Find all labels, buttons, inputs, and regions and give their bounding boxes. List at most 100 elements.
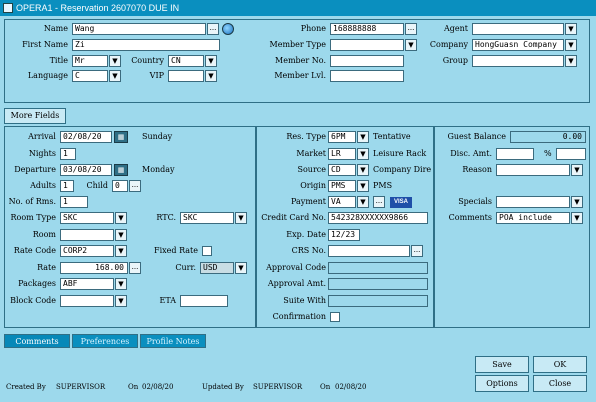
country-dropdown-icon[interactable]: ▼ xyxy=(205,55,217,67)
card-no-field[interactable]: 542328XXXXXX9866 xyxy=(328,212,428,224)
reason-dropdown-icon[interactable]: ▼ xyxy=(571,164,583,176)
payment-lookup-button[interactable]: ... xyxy=(373,196,385,208)
member-type-field[interactable] xyxy=(330,39,404,51)
specials-field[interactable] xyxy=(496,196,570,208)
disc-amt-field[interactable] xyxy=(496,148,534,160)
ok-button[interactable]: OK xyxy=(533,356,587,373)
member-type-dropdown-icon[interactable]: ▼ xyxy=(405,39,417,51)
group-dropdown-icon[interactable]: ▼ xyxy=(565,55,577,67)
payment-dropdown-icon[interactable]: ▼ xyxy=(357,196,369,208)
arrival-label: Arrival xyxy=(28,132,56,141)
tab-comments[interactable]: Comments xyxy=(4,334,70,348)
member-lvl-label: Member Lvl. xyxy=(274,71,326,80)
agent-dropdown-icon[interactable]: ▼ xyxy=(565,23,577,35)
eta-field[interactable] xyxy=(180,295,228,307)
departure-field[interactable]: 03/08/20 xyxy=(60,164,112,176)
exp-date-field[interactable]: 12/23 xyxy=(328,229,360,241)
payment-field[interactable]: VA xyxy=(328,196,356,208)
more-fields-button[interactable]: More Fields xyxy=(4,108,66,124)
reason-label: Reason xyxy=(462,165,492,174)
tab-profile-notes[interactable]: Profile Notes xyxy=(140,334,206,348)
child-field[interactable]: 0 xyxy=(112,180,128,192)
first-name-field[interactable]: Zi xyxy=(72,39,220,51)
nights-field[interactable]: 1 xyxy=(60,148,76,160)
tab-preferences[interactable]: Preferences xyxy=(72,334,138,348)
child-lookup-button[interactable]: ... xyxy=(129,180,141,192)
title-field[interactable]: Mr xyxy=(72,55,108,67)
company-field[interactable]: HongGuasn Company xyxy=(472,39,564,51)
origin-field[interactable]: PMS xyxy=(328,180,356,192)
vip-field[interactable] xyxy=(168,70,204,82)
block-code-dropdown-icon[interactable]: ▼ xyxy=(115,295,127,307)
disc-pct-field[interactable] xyxy=(556,148,586,160)
member-type-label: Member Type xyxy=(269,40,326,49)
agent-field[interactable] xyxy=(472,23,564,35)
source-field[interactable]: CD xyxy=(328,164,356,176)
room-field[interactable] xyxy=(60,229,114,241)
room-type-dropdown-icon[interactable]: ▼ xyxy=(115,212,127,224)
phone-field[interactable]: 168888888 xyxy=(330,23,404,35)
block-code-label: Block Code xyxy=(10,296,56,305)
rtc-field[interactable]: SKC xyxy=(180,212,234,224)
adults-label: Adults xyxy=(30,181,56,190)
name-lookup-button[interactable]: ... xyxy=(207,23,219,35)
currency-field[interactable]: USD xyxy=(200,262,234,274)
rate-code-dropdown-icon[interactable]: ▼ xyxy=(115,245,127,257)
name-label: Name xyxy=(43,24,68,33)
currency-dropdown-icon[interactable]: ▼ xyxy=(235,262,247,274)
origin-dropdown-icon[interactable]: ▼ xyxy=(357,180,369,192)
res-type-field[interactable]: 6PM xyxy=(328,131,356,143)
member-no-field[interactable] xyxy=(330,55,404,67)
arrival-calendar-icon[interactable]: ▦ xyxy=(114,131,128,143)
name-field[interactable]: Wang xyxy=(72,23,206,35)
rate-code-field[interactable]: CORP2 xyxy=(60,245,114,257)
packages-dropdown-icon[interactable]: ▼ xyxy=(115,278,127,290)
market-desc: Leisure Rack xyxy=(373,149,427,158)
reason-field[interactable] xyxy=(496,164,570,176)
approval-amt-field xyxy=(328,278,428,290)
member-lvl-field[interactable] xyxy=(330,70,404,82)
market-field[interactable]: LR xyxy=(328,148,356,160)
fixed-rate-checkbox[interactable] xyxy=(202,246,212,256)
crs-lookup-button[interactable]: ... xyxy=(411,245,423,257)
vip-dropdown-icon[interactable]: ▼ xyxy=(205,70,217,82)
block-code-field[interactable] xyxy=(60,295,114,307)
res-type-label: Res. Type xyxy=(286,132,326,141)
first-name-label: First Name xyxy=(22,40,68,49)
source-dropdown-icon[interactable]: ▼ xyxy=(357,164,369,176)
company-dropdown-icon[interactable]: ▼ xyxy=(565,39,577,51)
room-dropdown-icon[interactable]: ▼ xyxy=(115,229,127,241)
rooms-label: No. of Rms. xyxy=(8,197,56,206)
fixed-rate-label: Fixed Rate xyxy=(154,246,198,255)
globe-icon[interactable] xyxy=(222,23,234,35)
rooms-field[interactable]: 1 xyxy=(60,196,88,208)
room-type-field[interactable]: SKC xyxy=(60,212,114,224)
phone-lookup-button[interactable]: ... xyxy=(405,23,417,35)
company-label: Company xyxy=(429,40,468,49)
group-field[interactable] xyxy=(472,55,564,67)
crs-no-field[interactable] xyxy=(328,245,410,257)
adults-field[interactable]: 1 xyxy=(60,180,74,192)
arrival-field[interactable]: 02/08/20 xyxy=(60,131,112,143)
packages-field[interactable]: ABF xyxy=(60,278,114,290)
country-field[interactable]: CN xyxy=(168,55,204,67)
options-button[interactable]: Options xyxy=(475,375,529,392)
comments-field[interactable]: POA include xyxy=(496,212,570,224)
created-on-value: 02/08/20 xyxy=(142,383,174,391)
rate-lookup-button[interactable]: ... xyxy=(129,262,141,274)
eta-label: ETA xyxy=(159,296,176,305)
comments-dropdown-icon[interactable]: ▼ xyxy=(571,212,583,224)
confirmation-checkbox[interactable] xyxy=(330,312,340,322)
arrival-day: Sunday xyxy=(142,132,173,141)
language-field[interactable]: C xyxy=(72,70,108,82)
specials-dropdown-icon[interactable]: ▼ xyxy=(571,196,583,208)
close-button[interactable]: Close xyxy=(533,375,587,392)
rtc-dropdown-icon[interactable]: ▼ xyxy=(235,212,247,224)
window-title: OPERA1 - Reservation 2607070 DUE IN xyxy=(16,3,180,13)
origin-desc: PMS xyxy=(373,181,393,190)
save-button[interactable]: Save xyxy=(475,356,529,373)
market-dropdown-icon[interactable]: ▼ xyxy=(357,148,369,160)
rate-field[interactable]: 168.00 xyxy=(60,262,128,274)
res-type-dropdown-icon[interactable]: ▼ xyxy=(357,131,369,143)
departure-calendar-icon[interactable]: ▦ xyxy=(114,164,128,176)
